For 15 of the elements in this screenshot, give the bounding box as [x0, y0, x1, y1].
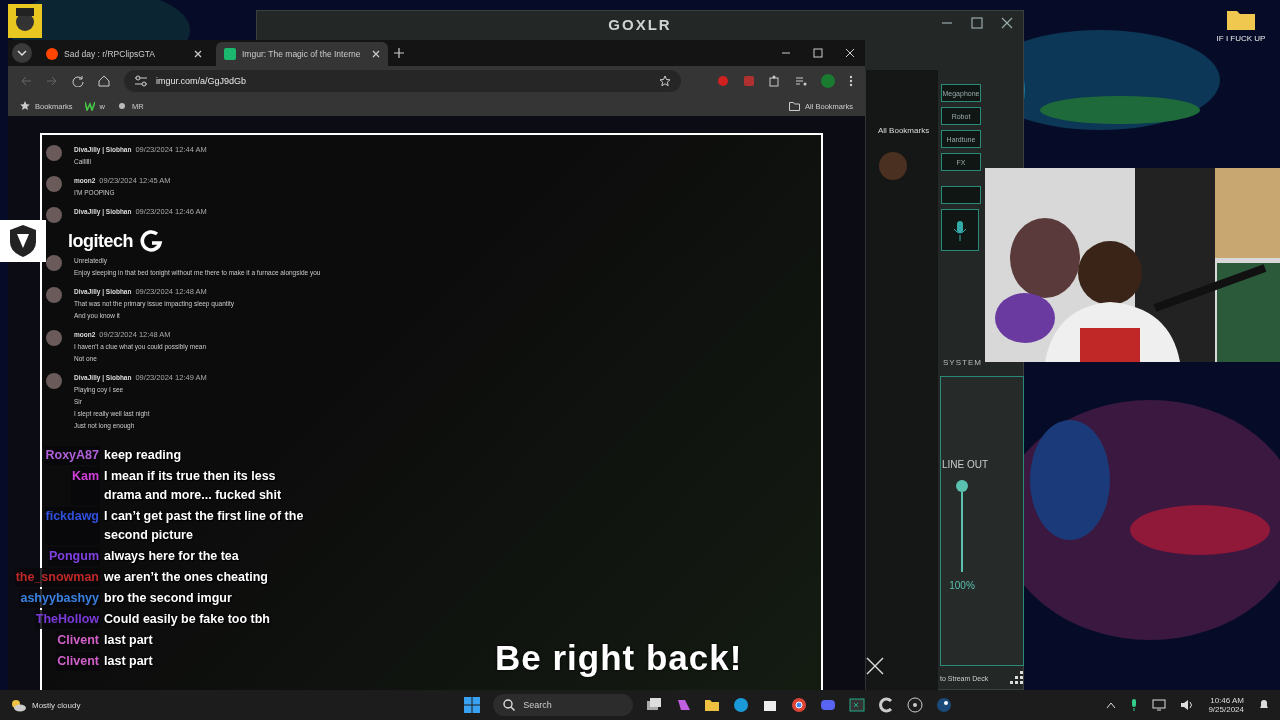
clock-date: 9/25/2024	[1208, 705, 1244, 714]
folder-icon[interactable]	[704, 697, 721, 713]
network-icon[interactable]	[1152, 699, 1167, 711]
notification-icon[interactable]	[1258, 699, 1270, 711]
speaker-icon[interactable]	[1180, 699, 1195, 711]
weather-icon	[10, 698, 26, 712]
start-icon[interactable]	[464, 697, 481, 713]
search-field[interactable]: Search	[493, 694, 634, 716]
terminal-icon[interactable]	[849, 697, 866, 713]
microphone-icon[interactable]	[1130, 699, 1139, 711]
weather-text: Mostly cloudy	[32, 700, 81, 710]
chevron-up-icon[interactable]	[1106, 701, 1117, 709]
clock-time: 10:46 AM	[1210, 696, 1244, 705]
task-view-icon[interactable]	[646, 697, 663, 713]
search-icon	[503, 699, 516, 711]
